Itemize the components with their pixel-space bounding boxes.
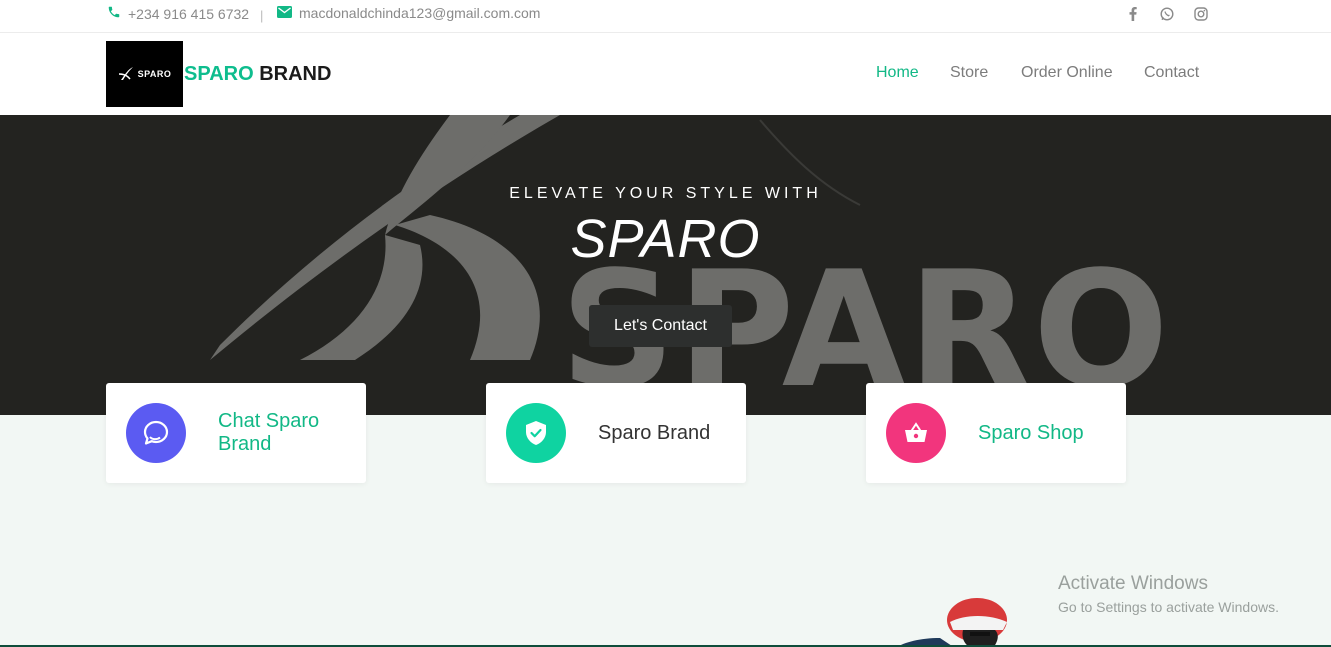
phone-contact[interactable]: +234 916 415 6732 (107, 5, 249, 22)
basket-icon (886, 403, 946, 463)
model-photo (896, 598, 1007, 647)
site-header: SPARO SPARO BRAND Home Store Order Onlin… (0, 33, 1331, 115)
nav-home[interactable]: Home (876, 64, 919, 82)
shield-check-icon (506, 403, 566, 463)
phone-icon (107, 5, 121, 22)
email-contact[interactable]: macdonaldchinda123@gmail.com.com (277, 5, 540, 21)
hero-title: SPARO (570, 209, 761, 269)
facebook-icon[interactable] (1124, 5, 1142, 23)
brand-name[interactable]: SPARO BRAND (184, 63, 331, 86)
feature-card-shop[interactable]: Sparo Shop (866, 383, 1126, 483)
hero-eyebrow: ELEVATE YOUR STYLE WITH (509, 185, 822, 202)
email-address: macdonaldchinda123@gmail.com.com (299, 5, 541, 21)
whatsapp-icon[interactable] (1158, 5, 1176, 23)
nav-order-online[interactable]: Order Online (1021, 64, 1113, 82)
brand-part-1: SPARO (184, 63, 254, 85)
feature-label-chat: Chat Sparo Brand (218, 410, 320, 455)
phone-number: +234 916 415 6732 (128, 5, 250, 22)
topbar-separator: | (260, 8, 264, 23)
top-bar: +234 916 415 6732 | macdonaldchinda123@g… (0, 0, 1331, 33)
activate-windows-subtitle: Go to Settings to activate Windows. (1058, 599, 1279, 615)
brand-part-2: BRAND (259, 63, 332, 85)
chat-icon (126, 403, 186, 463)
logo-text: SPARO (137, 69, 172, 79)
feature-card-brand[interactable]: Sparo Brand (486, 383, 746, 483)
mail-icon (277, 5, 292, 21)
hero-section: SPARO ELEVATE YOUR STYLE WITH SPARO Let'… (0, 115, 1331, 415)
instagram-icon[interactable] (1192, 5, 1210, 23)
logo-mark-icon (118, 67, 133, 80)
lets-contact-button[interactable]: Let's Contact (589, 305, 732, 347)
nav-store[interactable]: Store (950, 64, 988, 82)
feature-label-shop: Sparo Shop (978, 421, 1084, 444)
feature-label-brand: Sparo Brand (598, 421, 711, 444)
logo[interactable]: SPARO (106, 41, 183, 107)
nav-contact[interactable]: Contact (1144, 64, 1199, 82)
social-links (1124, 5, 1210, 23)
activate-windows-title: Activate Windows (1058, 573, 1208, 594)
feature-card-chat[interactable]: Chat Sparo Brand (106, 383, 366, 483)
